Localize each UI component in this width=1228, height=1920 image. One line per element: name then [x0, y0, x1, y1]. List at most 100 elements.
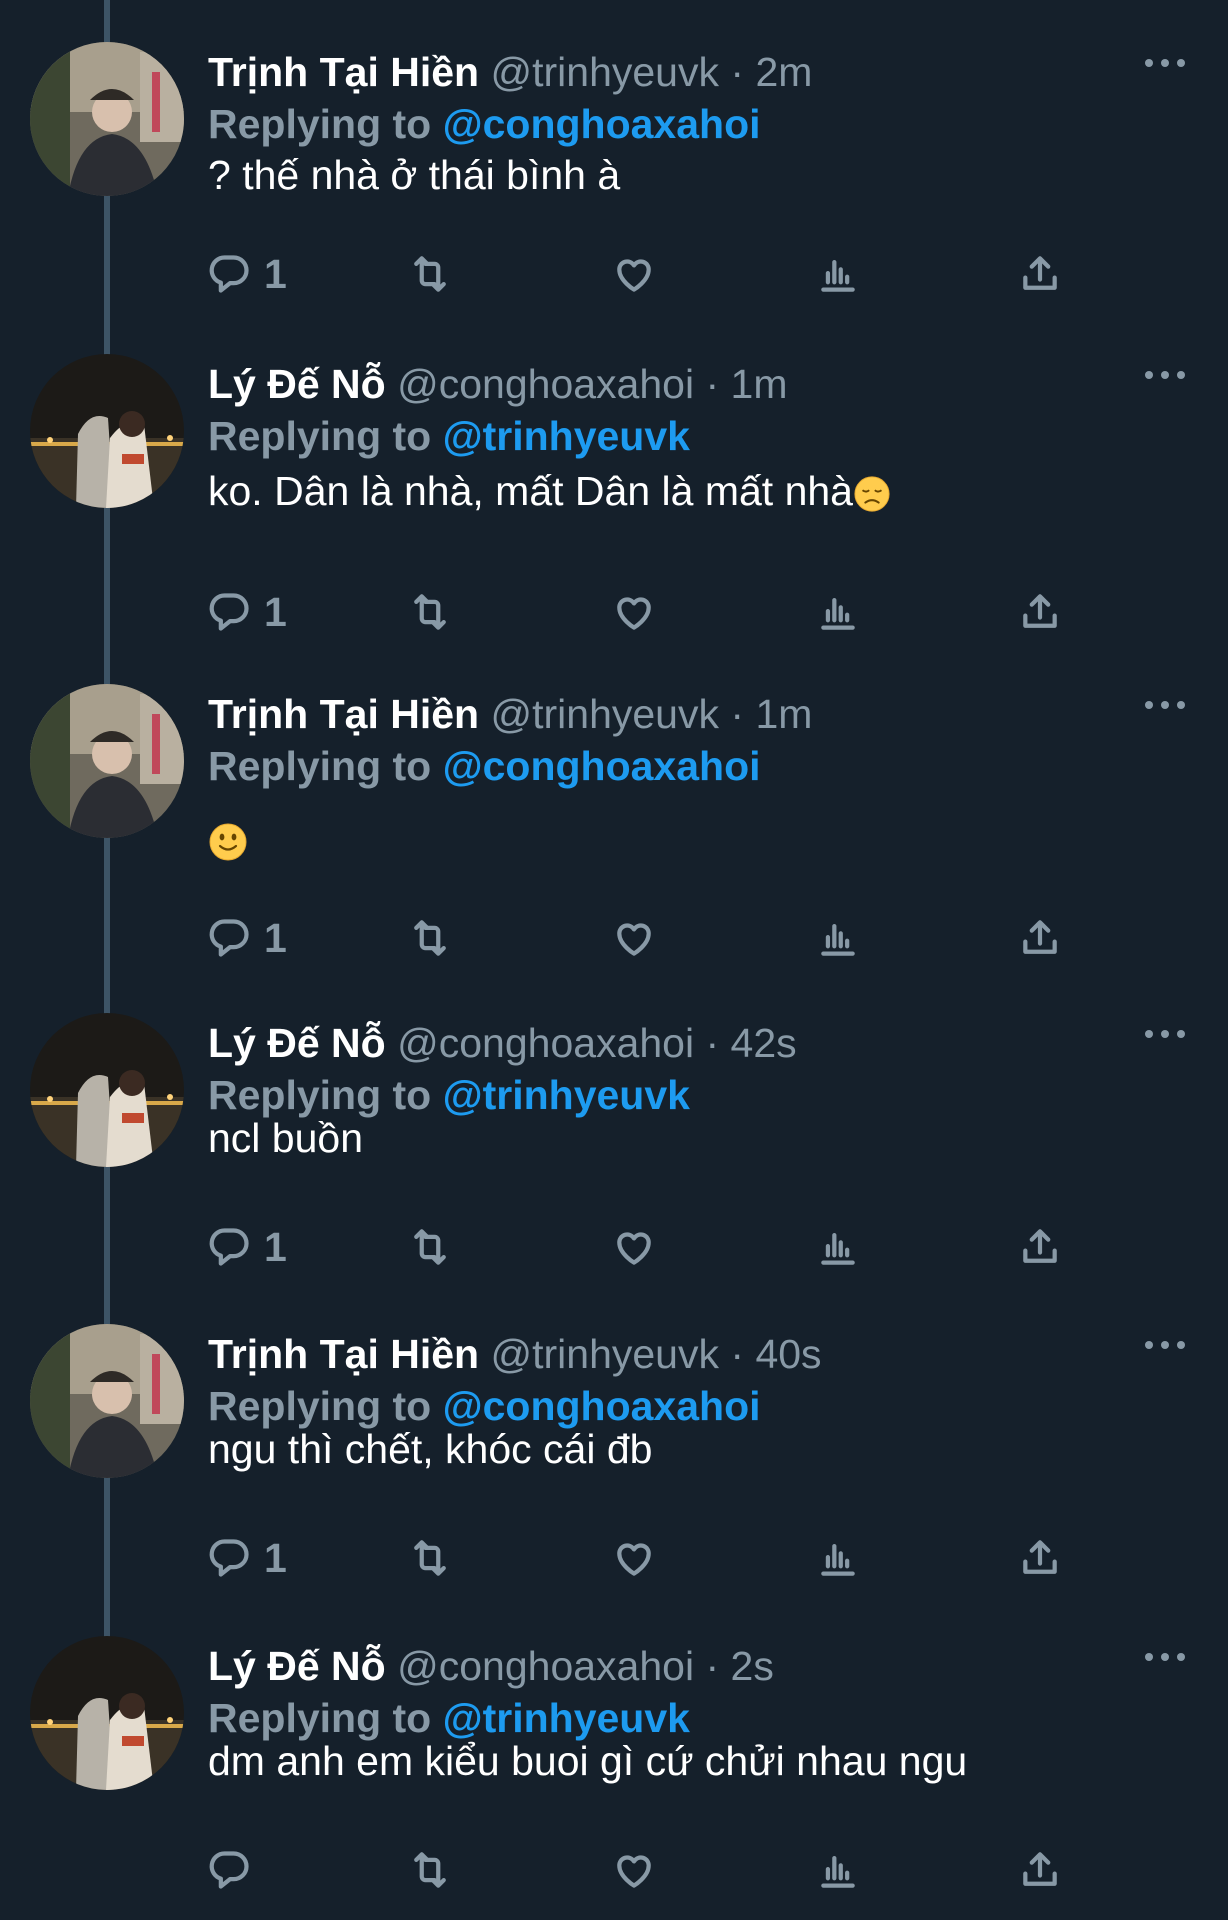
timestamp[interactable]: 2s: [731, 1643, 774, 1689]
reply-button[interactable]: 1: [208, 582, 287, 642]
more-icon[interactable]: [1145, 1027, 1185, 1041]
replying-to-line: Replying to @conghoaxahoi: [208, 1382, 761, 1430]
reply-button[interactable]: 1: [208, 908, 287, 968]
display-name[interactable]: Lý Đế Nỗ: [208, 1020, 386, 1066]
analytics-button[interactable]: [816, 1217, 860, 1277]
avatar[interactable]: [30, 1013, 184, 1167]
replying-to-handle[interactable]: @conghoaxahoi: [443, 1383, 761, 1429]
display-name[interactable]: Lý Đế Nỗ: [208, 1643, 386, 1689]
avatar[interactable]: [30, 42, 184, 196]
replying-to-line: Replying to @trinhyeuvk: [208, 1071, 690, 1119]
like-button[interactable]: [612, 1840, 656, 1900]
avatar[interactable]: [30, 684, 184, 838]
analytics-icon: [816, 1848, 860, 1892]
analytics-button[interactable]: [816, 908, 860, 968]
tweet-text-content: ngu thì chết, khóc cái đb: [208, 1426, 653, 1472]
avatar[interactable]: [30, 354, 184, 508]
share-button[interactable]: [1018, 908, 1062, 968]
replying-to-handle[interactable]: @trinhyeuvk: [443, 1072, 690, 1118]
retweet-icon: [408, 252, 452, 296]
heart-icon: [612, 916, 656, 960]
user-handle[interactable]: @trinhyeuvk: [491, 691, 719, 737]
user-handle[interactable]: @conghoaxahoi: [397, 1020, 694, 1066]
more-icon[interactable]: [1145, 1650, 1185, 1664]
share-button[interactable]: [1018, 244, 1062, 304]
timestamp[interactable]: 1m: [755, 691, 812, 737]
tweet-actions: 1: [208, 1528, 1108, 1588]
tweet-actions: 1: [208, 244, 1108, 304]
reply-button[interactable]: 1: [208, 1217, 287, 1277]
user-handle[interactable]: @conghoaxahoi: [397, 361, 694, 407]
replying-to-handle[interactable]: @trinhyeuvk: [443, 413, 690, 459]
more-icon[interactable]: [1145, 368, 1185, 382]
display-name[interactable]: Trịnh Tại Hiền: [208, 49, 479, 95]
user-handle[interactable]: @conghoaxahoi: [397, 1643, 694, 1689]
replying-to-handle[interactable]: @conghoaxahoi: [443, 743, 761, 789]
tweet-text: ko. Dân là nhà, mất Dân là mất nhà: [208, 466, 891, 516]
like-button[interactable]: [612, 244, 656, 304]
reply-count: 1: [264, 914, 287, 961]
heart-icon: [612, 252, 656, 296]
reply-icon: [208, 590, 252, 634]
tweet-actions: 1: [208, 908, 1108, 968]
share-button[interactable]: [1018, 1840, 1062, 1900]
reply-icon: [208, 252, 252, 296]
replying-to-line: Replying to @trinhyeuvk: [208, 1694, 690, 1742]
heart-icon: [612, 1536, 656, 1580]
tweet-text: ? thế nhà ở thái bình à: [208, 150, 620, 200]
replying-to-line: Replying to @trinhyeuvk: [208, 412, 690, 460]
replying-to-handle[interactable]: @trinhyeuvk: [443, 1695, 690, 1741]
share-icon: [1018, 590, 1062, 634]
separator-dot: ·: [730, 49, 745, 95]
retweet-button[interactable]: [408, 582, 452, 642]
analytics-icon: [816, 252, 860, 296]
retweet-icon: [408, 1225, 452, 1269]
retweet-button[interactable]: [408, 1528, 452, 1588]
replying-to-handle[interactable]: @conghoaxahoi: [443, 101, 761, 147]
tweet-text: ncl buồn: [208, 1113, 363, 1163]
share-button[interactable]: [1018, 1217, 1062, 1277]
tweet-text: ngu thì chết, khóc cái đb: [208, 1424, 652, 1474]
retweet-button[interactable]: [408, 1217, 452, 1277]
separator-dot: ·: [705, 1643, 720, 1689]
timestamp[interactable]: 42s: [731, 1020, 797, 1066]
avatar[interactable]: [30, 1636, 184, 1790]
timestamp[interactable]: 40s: [755, 1331, 821, 1377]
replying-to-label: Replying to: [208, 1695, 432, 1741]
tweet-text-content: ko. Dân là nhà, mất Dân là mất nhà: [208, 468, 853, 514]
reply-button[interactable]: 1: [208, 244, 287, 304]
display-name[interactable]: Lý Đế Nỗ: [208, 361, 386, 407]
display-name[interactable]: Trịnh Tại Hiền: [208, 691, 479, 737]
reply-button[interactable]: [208, 1840, 252, 1900]
more-icon[interactable]: [1145, 1338, 1185, 1352]
like-button[interactable]: [612, 582, 656, 642]
retweet-icon: [408, 1848, 452, 1892]
analytics-button[interactable]: [816, 1528, 860, 1588]
retweet-button[interactable]: [408, 1840, 452, 1900]
analytics-button[interactable]: [816, 582, 860, 642]
slightly-smiling-face-emoji: [208, 816, 248, 862]
display-name[interactable]: Trịnh Tại Hiền: [208, 1331, 479, 1377]
retweet-button[interactable]: [408, 244, 452, 304]
user-handle[interactable]: @trinhyeuvk: [491, 1331, 719, 1377]
retweet-icon: [408, 916, 452, 960]
timestamp[interactable]: 1m: [731, 361, 788, 407]
share-button[interactable]: [1018, 1528, 1062, 1588]
timestamp[interactable]: 2m: [755, 49, 812, 95]
reply-button[interactable]: 1: [208, 1528, 287, 1588]
reply-icon: [208, 1848, 252, 1892]
replying-to-line: Replying to @conghoaxahoi: [208, 742, 761, 790]
share-button[interactable]: [1018, 582, 1062, 642]
tweet-actions: 1: [208, 582, 1108, 642]
more-icon[interactable]: [1145, 56, 1185, 70]
analytics-button[interactable]: [816, 1840, 860, 1900]
more-icon[interactable]: [1145, 698, 1185, 712]
avatar[interactable]: [30, 1324, 184, 1478]
like-button[interactable]: [612, 908, 656, 968]
replying-to-label: Replying to: [208, 413, 432, 459]
retweet-button[interactable]: [408, 908, 452, 968]
like-button[interactable]: [612, 1528, 656, 1588]
like-button[interactable]: [612, 1217, 656, 1277]
analytics-button[interactable]: [816, 244, 860, 304]
user-handle[interactable]: @trinhyeuvk: [491, 49, 719, 95]
